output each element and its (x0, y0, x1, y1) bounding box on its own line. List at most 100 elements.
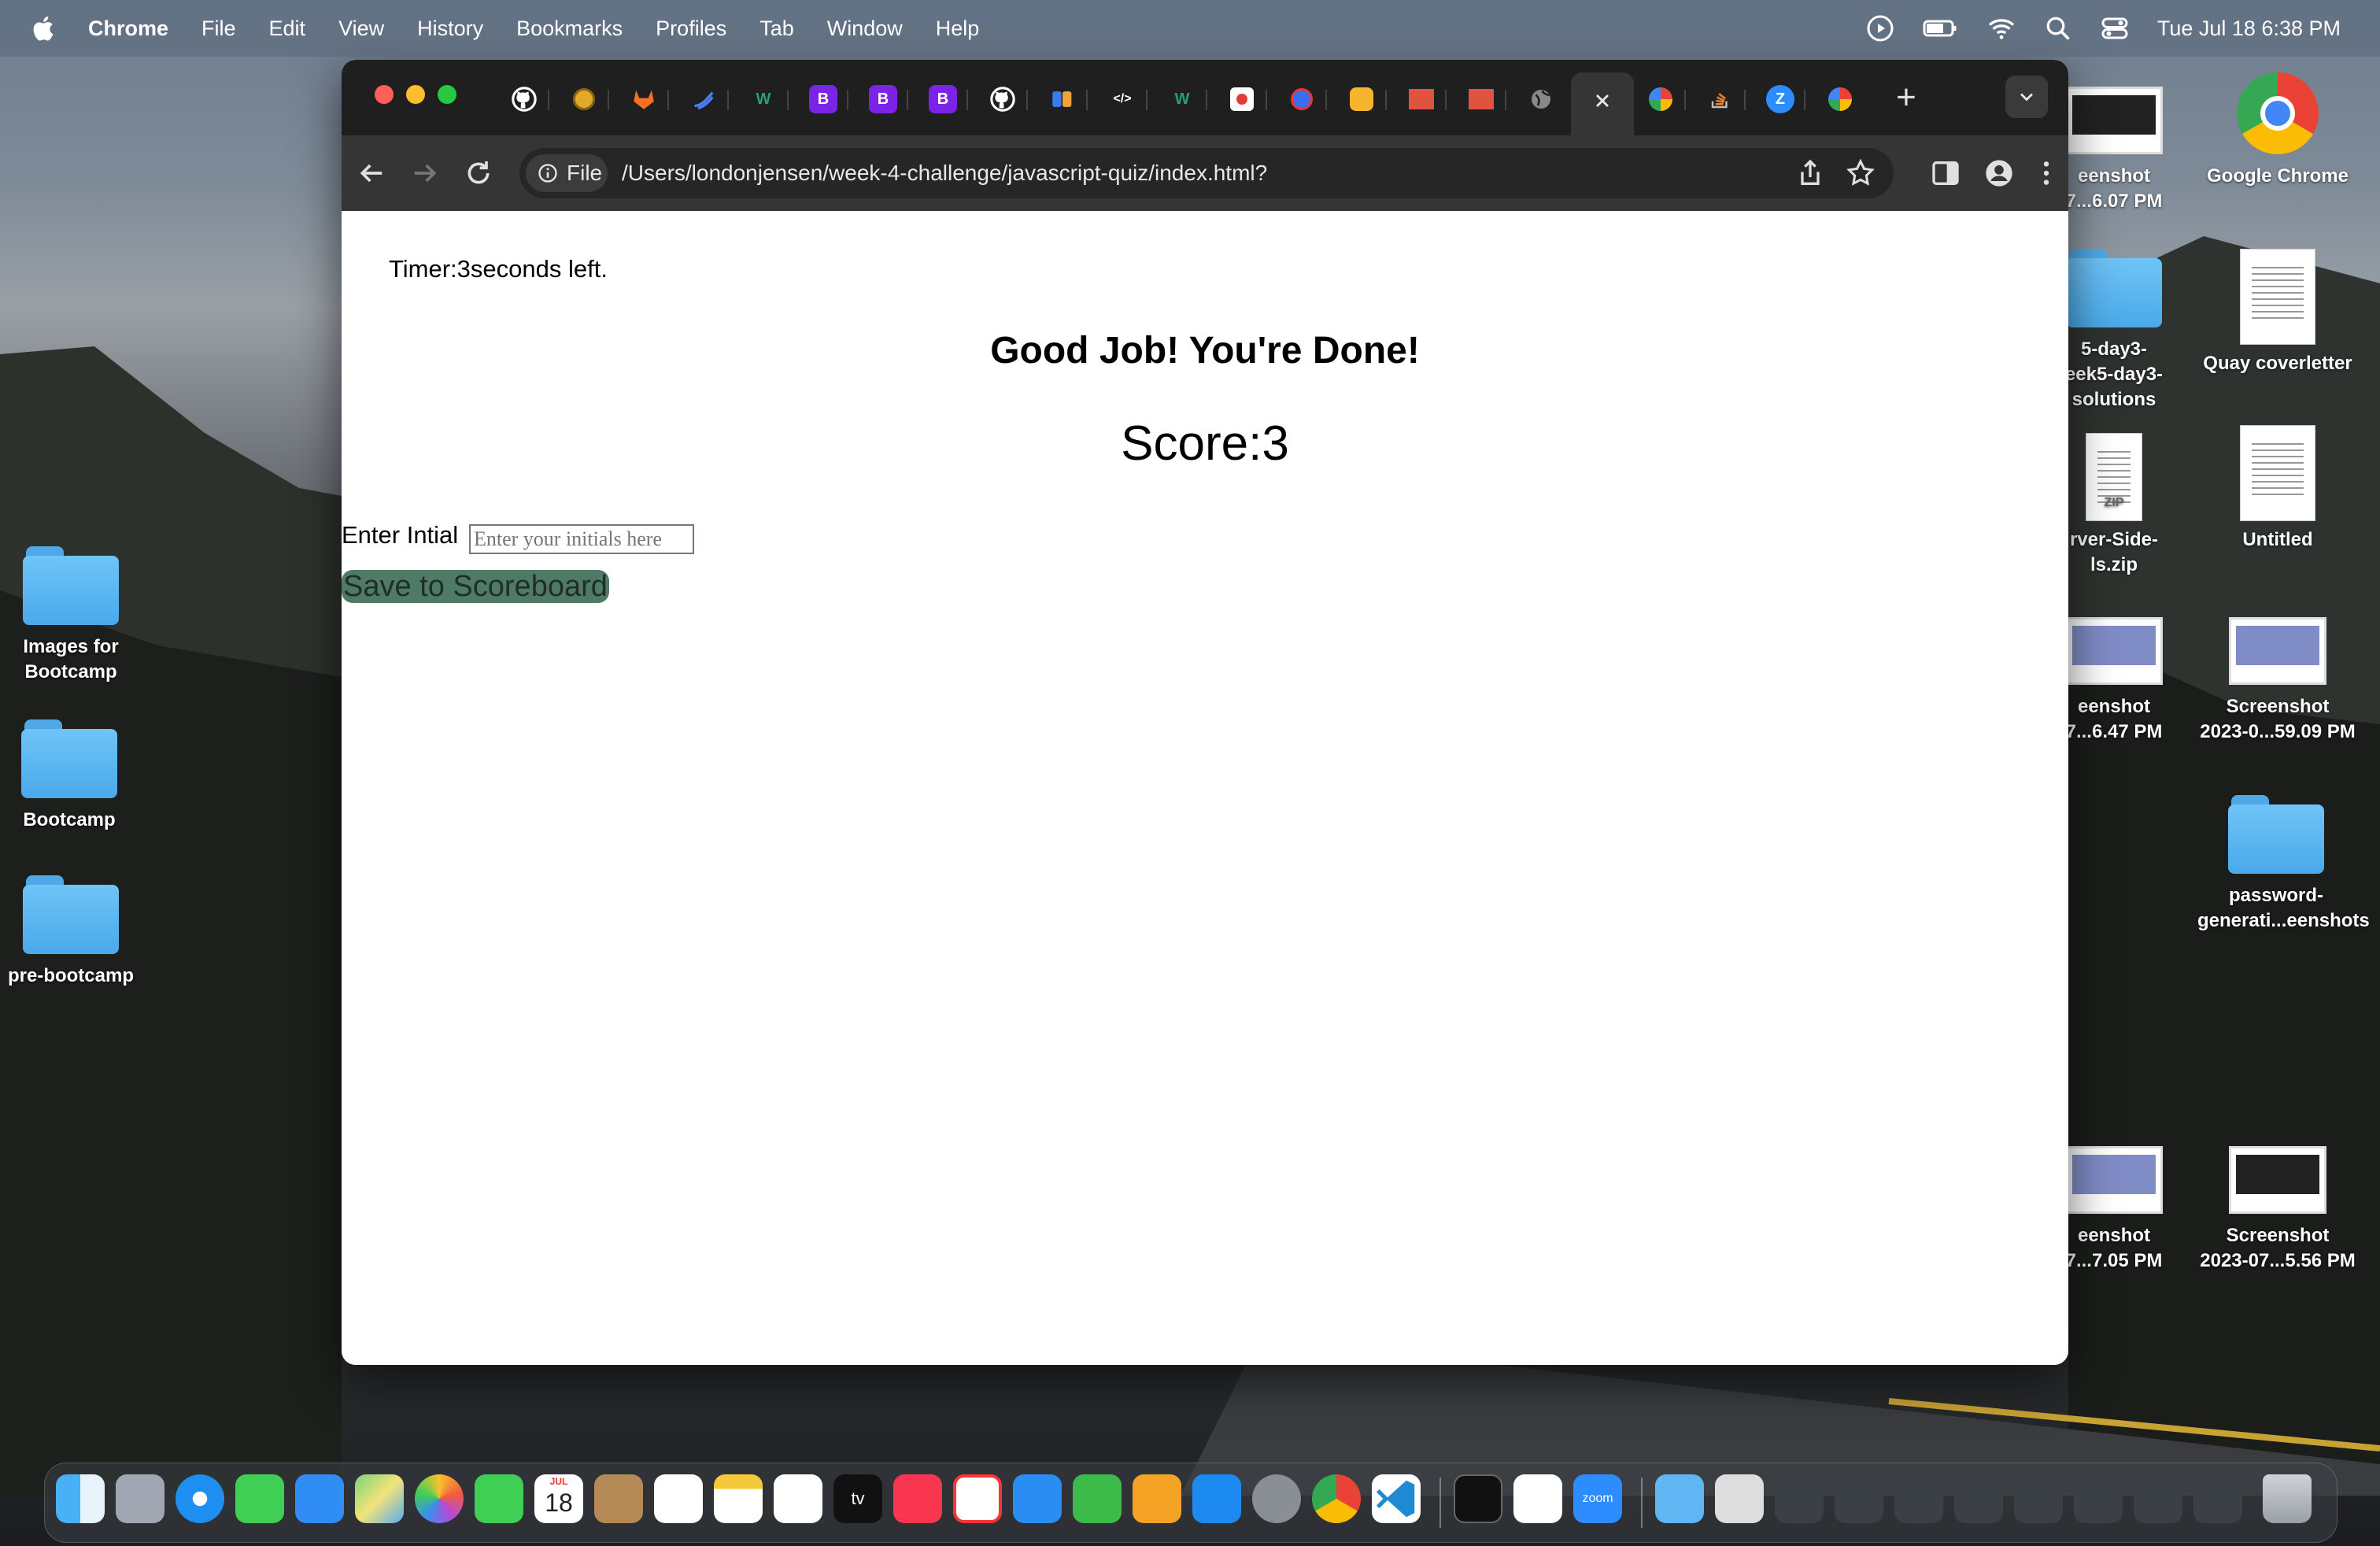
desktop-folder-bootcamp[interactable]: Bootcamp (0, 719, 148, 833)
minimize-window-button[interactable] (406, 85, 425, 104)
vscode-icon[interactable] (1372, 1474, 1421, 1523)
desktop-screenshot-1[interactable]: Screenshot 2023-0...59.09 PM (2199, 617, 2356, 745)
screen-record-icon[interactable] (1866, 14, 1894, 43)
tab-code-icon[interactable]: </> (1108, 85, 1136, 113)
profile-avatar-icon[interactable] (1983, 157, 2015, 189)
tab-red-page-icon[interactable] (1407, 85, 1436, 113)
contacts-icon[interactable] (594, 1474, 643, 1523)
finder-icon[interactable] (56, 1474, 105, 1523)
desktop-screenshot-2[interactable]: Screenshot 2023-07...5.56 PM (2199, 1146, 2356, 1274)
minimized-window-icon[interactable] (2014, 1474, 2063, 1523)
news-icon[interactable] (953, 1474, 1002, 1523)
menu-app-name[interactable]: Chrome (88, 17, 168, 41)
menu-history[interactable]: History (417, 17, 483, 41)
tab-bootstrap-icon[interactable]: B (929, 85, 957, 113)
site-info-chip[interactable]: File (526, 154, 608, 192)
system-settings-icon[interactable] (1252, 1474, 1301, 1523)
minimized-window-icon[interactable] (2074, 1474, 2123, 1523)
desktop-password-folder[interactable]: password- generati...eenshots (2197, 795, 2370, 934)
maps-icon[interactable] (355, 1474, 404, 1523)
menu-file[interactable]: File (201, 17, 236, 41)
maximize-window-button[interactable] (438, 85, 456, 104)
bookmark-star-icon[interactable] (1845, 157, 1876, 189)
pages-icon[interactable] (1133, 1474, 1181, 1523)
menu-bookmarks[interactable]: Bookmarks (516, 17, 623, 41)
desktop-folder-pre-bootcamp[interactable]: pre-bootcamp (0, 875, 150, 989)
desktop-quay-coverletter[interactable]: Quay coverletter (2199, 249, 2356, 376)
desktop-untitled[interactable]: Untitled (2199, 425, 2356, 553)
apple-logo-icon[interactable] (28, 13, 60, 44)
tab-globe-icon[interactable] (1527, 85, 1555, 113)
trash-icon[interactable] (2263, 1474, 2312, 1523)
close-window-button[interactable] (375, 85, 394, 104)
tab-bootstrap-icon[interactable]: B (869, 85, 897, 113)
minimized-window-icon[interactable] (1894, 1474, 1943, 1523)
battery-icon[interactable] (1923, 14, 1959, 43)
apple-tv-icon[interactable]: tv (833, 1474, 882, 1523)
side-panel-icon[interactable] (1930, 157, 1961, 189)
chrome-icon[interactable] (1312, 1474, 1361, 1523)
messages-icon[interactable] (235, 1474, 284, 1523)
tab-google-icon[interactable] (1646, 85, 1675, 113)
desktop-google-chrome[interactable]: Google Chrome (2199, 72, 2356, 189)
more-options-icon[interactable] (2031, 157, 2062, 189)
tab-gitlab-icon[interactable] (630, 85, 658, 113)
zoom-icon[interactable]: zoom (1573, 1474, 1622, 1523)
tab-badge-icon[interactable] (1288, 85, 1316, 113)
menu-view[interactable]: View (338, 17, 384, 41)
tab-shield-icon[interactable] (1347, 85, 1376, 113)
launchpad-icon[interactable] (116, 1474, 164, 1523)
menu-window[interactable]: Window (827, 17, 903, 41)
share-icon[interactable] (1794, 157, 1826, 189)
back-arrow-icon[interactable] (356, 157, 387, 189)
save-to-scoreboard-button[interactable]: Save to Scoreboard (342, 570, 609, 603)
tab-stackoverflow-icon[interactable] (1706, 85, 1735, 113)
music-icon[interactable] (893, 1474, 942, 1523)
tab-github-icon[interactable] (510, 85, 538, 113)
minimized-window-icon[interactable] (2134, 1474, 2182, 1523)
tab-google-icon[interactable] (1826, 85, 1854, 113)
safari-icon[interactable] (176, 1474, 224, 1523)
tab-github-icon[interactable] (989, 85, 1017, 113)
freeform-icon[interactable] (774, 1474, 822, 1523)
reminders-icon[interactable] (654, 1474, 703, 1523)
downloads-folder-icon[interactable] (1655, 1474, 1704, 1523)
tab-search-button[interactable] (2005, 76, 2048, 118)
tab-record-icon[interactable] (1228, 85, 1256, 113)
tab-coin-icon[interactable] (570, 85, 598, 113)
active-tab[interactable] (1571, 72, 1634, 135)
tab-bootstrap-icon[interactable]: B (809, 85, 837, 113)
menu-help[interactable]: Help (936, 17, 980, 41)
keynote-icon[interactable] (1013, 1474, 1062, 1523)
terminal-icon[interactable] (1454, 1474, 1502, 1523)
tab-w-green-icon[interactable]: W (1168, 85, 1196, 113)
tab-w-green-icon[interactable]: W (749, 85, 778, 113)
spotlight-search-icon[interactable] (2044, 14, 2072, 43)
menubar-clock[interactable]: Tue Jul 18 6:38 PM (2157, 17, 2341, 41)
control-center-icon[interactable] (2101, 14, 2129, 43)
numbers-icon[interactable] (1073, 1474, 1122, 1523)
close-tab-icon[interactable] (1591, 90, 1613, 112)
mail-icon[interactable] (295, 1474, 344, 1523)
initials-input[interactable] (469, 524, 694, 554)
wifi-icon[interactable] (1987, 14, 2016, 43)
photos-icon[interactable] (415, 1474, 464, 1523)
minimized-window-icon[interactable] (1835, 1474, 1883, 1523)
minimized-window-icon[interactable] (1775, 1474, 1824, 1523)
document-stack-icon[interactable] (1715, 1474, 1764, 1523)
reload-icon[interactable] (463, 157, 494, 189)
tab-zoom-icon[interactable]: Z (1766, 85, 1794, 113)
url-text[interactable]: /Users/londonjensen/week-4-challenge/jav… (622, 161, 1267, 186)
address-bar[interactable]: File /Users/londonjensen/week-4-challeng… (519, 148, 1894, 198)
menu-profiles[interactable]: Profiles (656, 17, 726, 41)
desktop-folder-images-for-bootcamp[interactable]: Images for Bootcamp (0, 546, 150, 685)
tab-red-page-icon[interactable] (1467, 85, 1495, 113)
minimized-window-icon[interactable] (1954, 1474, 2003, 1523)
menu-edit[interactable]: Edit (269, 17, 306, 41)
facetime-icon[interactable] (475, 1474, 523, 1523)
new-tab-button[interactable]: + (1889, 80, 1924, 115)
menu-tab[interactable]: Tab (759, 17, 794, 41)
forward-arrow-icon[interactable] (409, 157, 441, 189)
app-store-icon[interactable] (1192, 1474, 1241, 1523)
calendar-icon[interactable]: JUL 18 (534, 1474, 583, 1523)
